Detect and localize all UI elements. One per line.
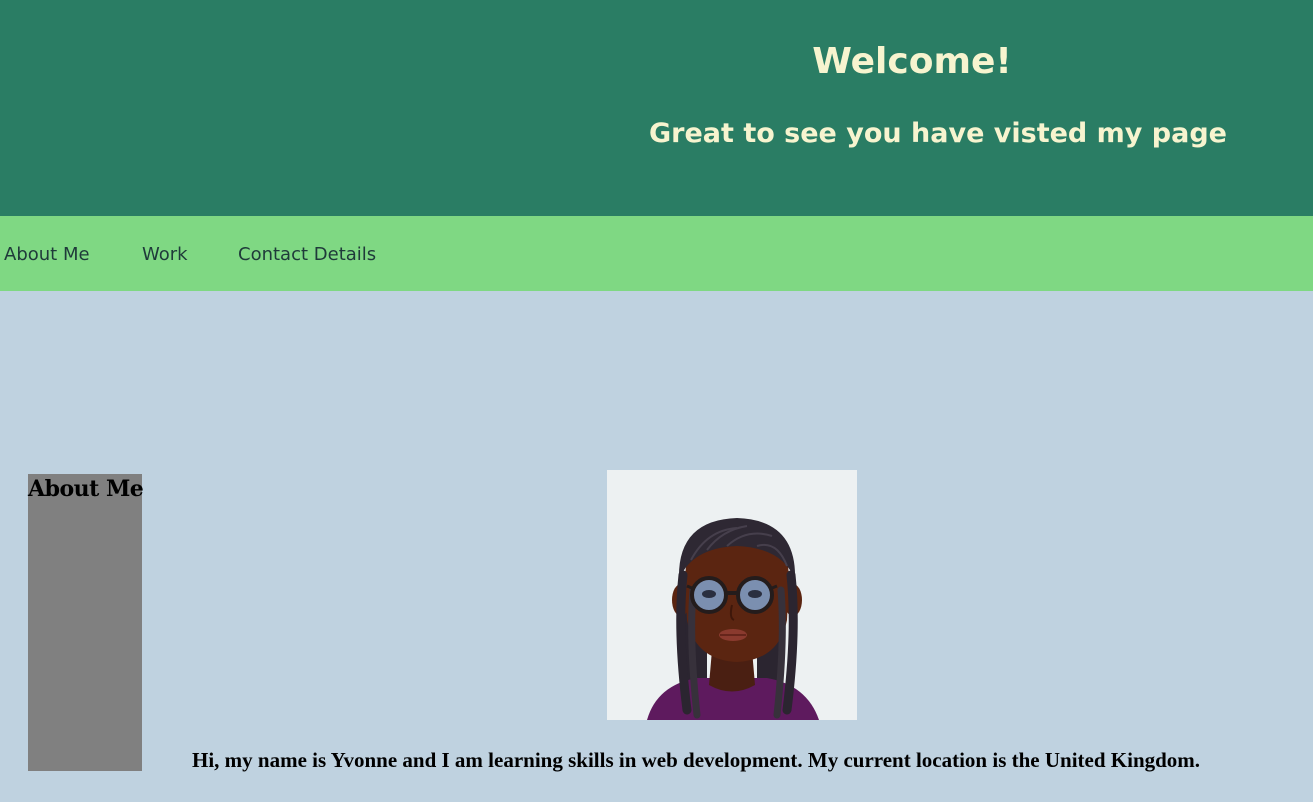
nav-item-contact-details[interactable]: Contact Details — [238, 244, 376, 265]
main-nav: About Me Work Contact Details — [0, 216, 1313, 291]
page-header: Welcome! Great to see you have visted my… — [0, 0, 1313, 216]
welcome-subtitle: Great to see you have visted my page — [649, 118, 1227, 149]
bio-text: Hi, my name is Yvonne and I am learning … — [192, 748, 1201, 772]
avatar — [607, 470, 857, 720]
nav-item-work[interactable]: Work — [142, 244, 188, 265]
welcome-title: Welcome! — [812, 41, 1012, 82]
avatar-portrait-icon — [647, 518, 819, 720]
about-me-sidebar: About Me — [28, 474, 144, 771]
nav-item-about-me[interactable]: About Me — [4, 244, 90, 265]
sidebar-heading: About Me — [28, 476, 144, 502]
